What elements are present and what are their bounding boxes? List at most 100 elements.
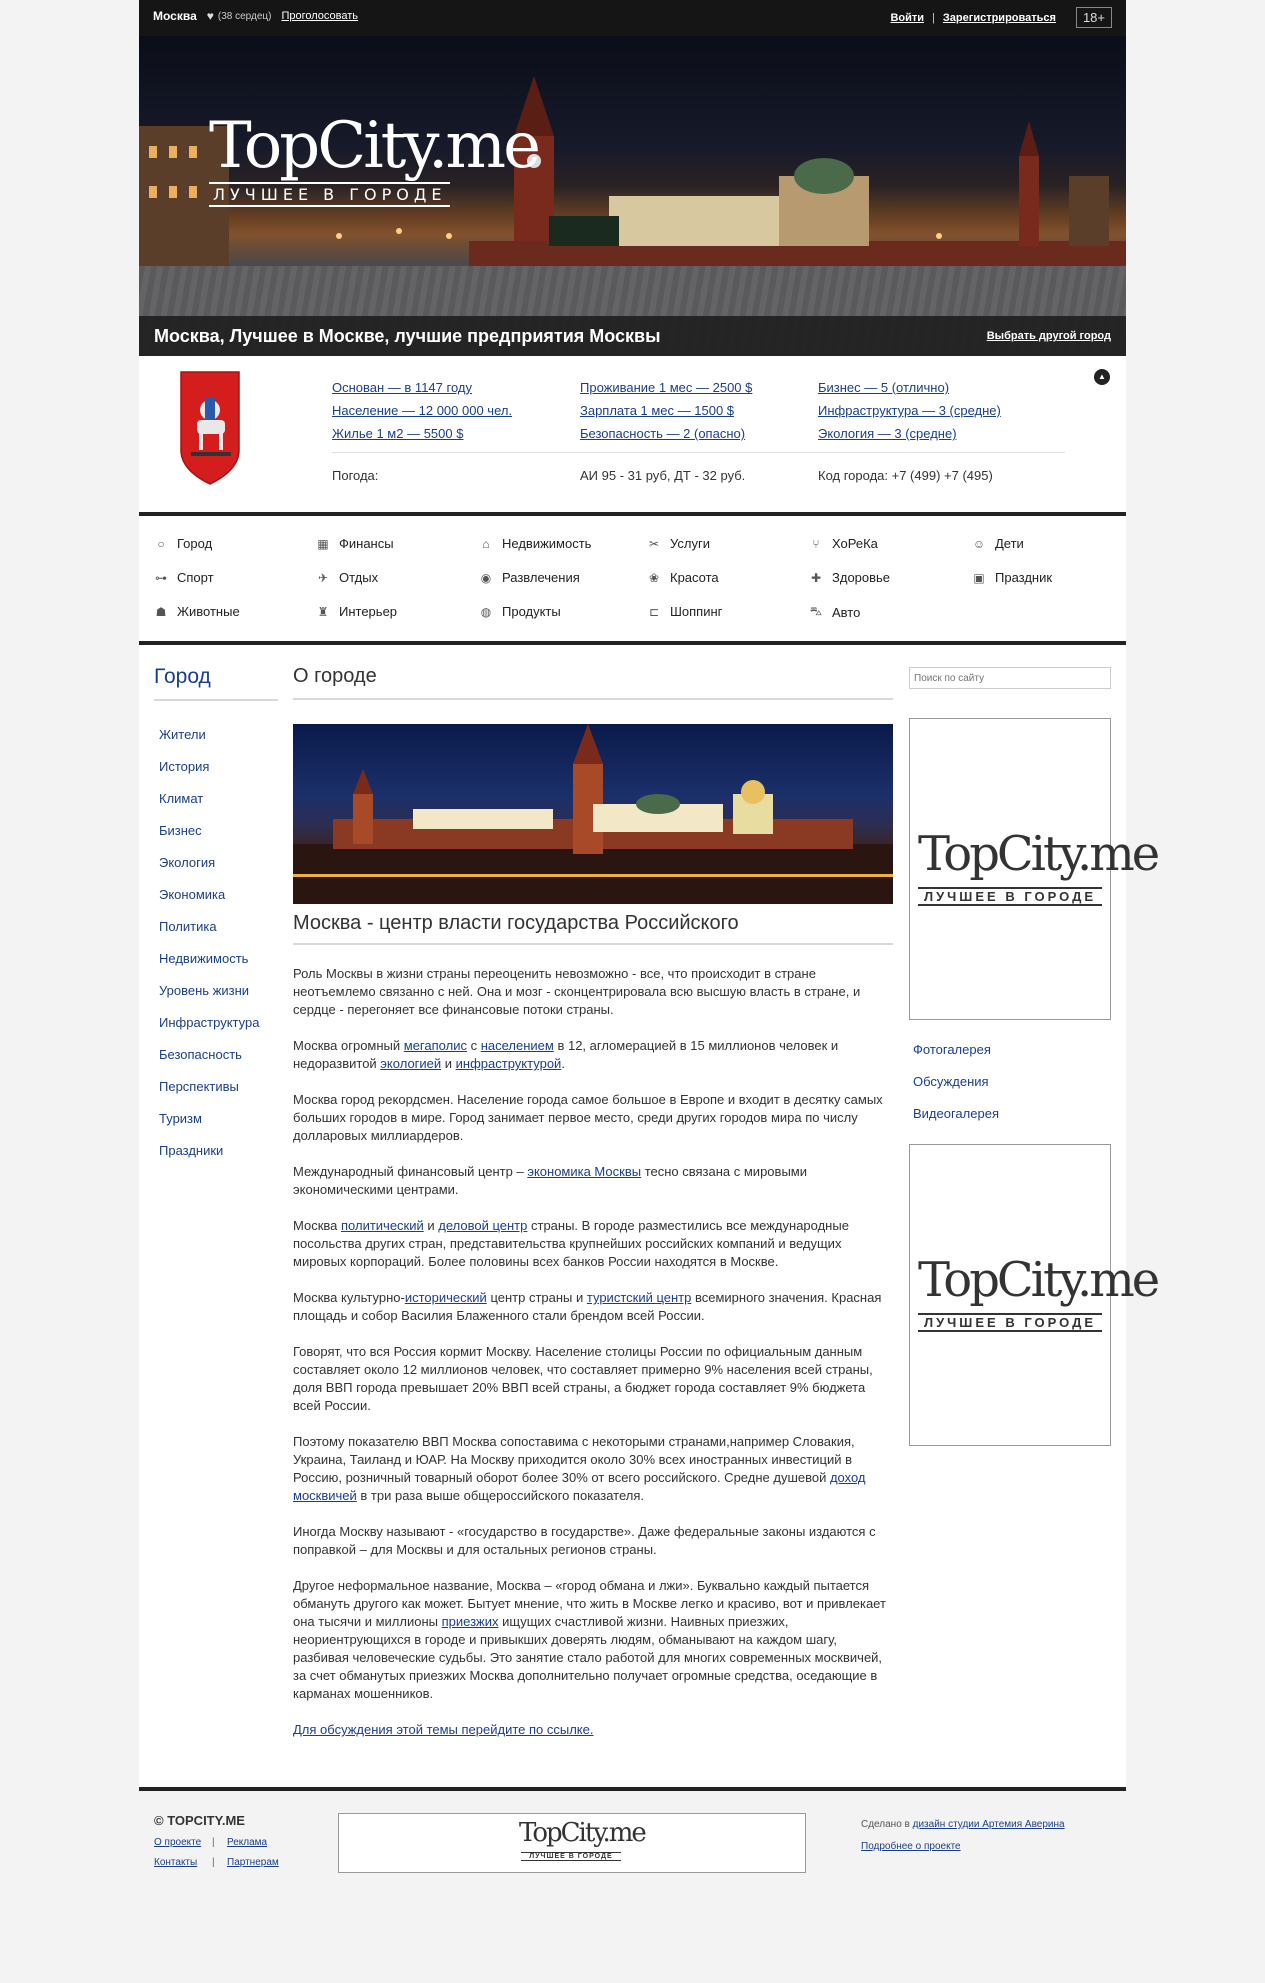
footer-partners-link[interactable]: Партнерам xyxy=(227,1857,279,1868)
category-kids[interactable]: ☺ Дети xyxy=(971,536,1024,551)
left-nav-item[interactable]: Туризм xyxy=(159,1111,259,1143)
discussions-link[interactable]: Обсуждения xyxy=(909,1074,1111,1106)
article-paragraph: Другое неформальное название, Москва – «… xyxy=(293,1577,893,1703)
economy-link[interactable]: экономика Москвы xyxy=(527,1164,641,1179)
category-interior[interactable]: ♜ Интерьер xyxy=(315,604,397,619)
category-leisure[interactable]: ✈ Отдых xyxy=(315,570,378,585)
studio-link[interactable]: дизайн студии Артемия Аверина xyxy=(913,1819,1065,1830)
ad-banner-1[interactable]: TopCity.me ЛУЧШЕЕ В ГОРОДЕ xyxy=(909,718,1160,1020)
left-nav-item[interactable]: Экономика xyxy=(159,887,259,919)
category-products[interactable]: ◍ Продукты xyxy=(478,604,561,619)
left-nav-item[interactable]: Политика xyxy=(159,919,259,951)
top-bar: Москва ♥ (38 сердец) Проголосовать Войти… xyxy=(139,0,1126,36)
info-salary-link[interactable]: Зарплата 1 мес — 1500 $ xyxy=(580,399,752,422)
footer-separator: | xyxy=(212,1837,215,1848)
megapolis-link[interactable]: мегаполис xyxy=(404,1038,467,1053)
article-paragraph: Москва культурно-исторический центр стра… xyxy=(293,1289,893,1325)
fuel-prices: АИ 95 - 31 руб, ДТ - 32 руб. xyxy=(580,468,746,483)
house-icon: ⌂ xyxy=(482,536,490,551)
footer-banner[interactable]: TopCity.me ЛУЧШЕЕ В ГОРОДЕ xyxy=(338,1813,806,1873)
video-gallery-link[interactable]: Видеогалерея xyxy=(909,1106,1111,1138)
footer-logo-tagline: ЛУЧШЕЕ В ГОРОДЕ xyxy=(521,1852,621,1861)
register-link[interactable]: Зарегистрироваться xyxy=(943,12,1056,24)
category-services[interactable]: ✂ Услуги xyxy=(646,536,710,551)
info-living-link[interactable]: Проживание 1 мес — 2500 $ xyxy=(580,376,752,399)
category-entertainment[interactable]: ◉ Развлечения xyxy=(478,570,580,585)
info-business-link[interactable]: Бизнес — 5 (отлично) xyxy=(818,376,1001,399)
footer: © TOPCITY.ME О проекте | Реклама Контакт… xyxy=(139,1791,1126,1941)
vote-link[interactable]: Проголосовать xyxy=(281,10,358,22)
info-ecology-link[interactable]: Экология — 3 (средне) xyxy=(818,422,1001,445)
footer-about-link[interactable]: О проекте xyxy=(154,1837,201,1848)
historical-link[interactable]: исторический xyxy=(405,1290,487,1305)
header-banner: TopCity.me ЛУЧШЕЕ В ГОРОДЕ Москва, Лучше… xyxy=(139,36,1126,356)
plane-icon: ✈ xyxy=(317,570,329,585)
left-nav-item[interactable]: История xyxy=(159,759,259,791)
infrastructure-link[interactable]: инфраструктурой xyxy=(456,1056,562,1071)
category-city[interactable]: ○ Город xyxy=(153,536,212,551)
category-holiday[interactable]: ▣ Праздник xyxy=(971,570,1052,585)
business-center-link[interactable]: деловой центр xyxy=(438,1218,527,1233)
info-housing-link[interactable]: Жилье 1 м2 — 5500 $ xyxy=(332,422,512,445)
lamp-icon: ♜ xyxy=(317,604,329,619)
search-input[interactable] xyxy=(909,667,1111,689)
circle-icon: ○ xyxy=(157,536,165,551)
hearts-count: (38 сердец) xyxy=(217,10,272,22)
ecology-link[interactable]: экологией xyxy=(380,1056,441,1071)
category-beauty[interactable]: ❀ Красота xyxy=(646,570,719,585)
header-caption-text: Москва, Лучшее в Москве, лучшие предприя… xyxy=(154,326,661,346)
login-separator: | xyxy=(932,11,935,24)
city-info: Основан — в 1147 году Население — 12 000… xyxy=(139,356,1126,516)
left-nav-item[interactable]: Климат xyxy=(159,791,259,823)
site-logo[interactable]: TopCity.me ЛУЧШЕЕ В ГОРОДЕ xyxy=(209,114,541,207)
left-nav-item[interactable]: Инфраструктура xyxy=(159,1015,259,1047)
left-nav-item[interactable]: Перспективы xyxy=(159,1079,259,1111)
category-finance[interactable]: ▦ Финансы xyxy=(315,536,393,551)
political-link[interactable]: политический xyxy=(341,1218,424,1233)
newcomers-link[interactable]: приезжих xyxy=(442,1614,499,1629)
discussion-link[interactable]: Для обсуждения этой темы перейдите по сс… xyxy=(293,1722,594,1737)
article-text: Роль Москвы в жизни страны переоценить н… xyxy=(293,965,893,1739)
kremlin-photo xyxy=(293,724,893,904)
current-city[interactable]: Москва xyxy=(153,9,197,23)
category-label: Шоппинг xyxy=(670,604,723,619)
category-label: Спорт xyxy=(177,570,214,585)
left-nav-item[interactable]: Недвижимость xyxy=(159,951,259,983)
text-span: центр страны и xyxy=(486,1290,587,1305)
text-span: и xyxy=(423,1218,439,1233)
category-auto[interactable]: ⛍ Авто xyxy=(808,604,861,620)
kremlin-night-image xyxy=(293,724,893,904)
left-nav-item[interactable]: Экология xyxy=(159,855,259,887)
collapse-arrow-icon[interactable]: ▲ xyxy=(1094,369,1110,385)
login-link[interactable]: Войти xyxy=(890,12,924,24)
footer-contacts-link[interactable]: Контакты xyxy=(154,1857,197,1868)
info-infrastructure-link[interactable]: Инфраструктура — 3 (средне) xyxy=(818,399,1001,422)
info-founded-link[interactable]: Основан — в 1147 году xyxy=(332,376,512,399)
left-nav-item[interactable]: Бизнес xyxy=(159,823,259,855)
footer-ads-link[interactable]: Реклама xyxy=(227,1837,267,1848)
category-nav: ○ Город ▦ Финансы ⌂ Недвижимость ✂ Услуги ⑂ Х… xyxy=(139,516,1126,645)
left-nav-item[interactable]: Уровень жизни xyxy=(159,983,259,1015)
paw-icon: ☗ xyxy=(155,604,167,619)
category-health[interactable]: ✚ Здоровье xyxy=(808,570,890,585)
more-about-link[interactable]: Подробнее о проекте xyxy=(861,1841,961,1852)
category-shopping[interactable]: ⊏ Шоппинг xyxy=(646,604,722,619)
left-nav-item[interactable]: Безопасность xyxy=(159,1047,259,1079)
text-span: . xyxy=(561,1056,565,1071)
info-population-link[interactable]: Население — 12 000 000 чел. xyxy=(332,399,512,422)
category-animals[interactable]: ☗ Животные xyxy=(153,604,240,619)
flower-icon: ❀ xyxy=(648,570,660,585)
left-nav-item[interactable]: Праздники xyxy=(159,1143,259,1175)
photo-gallery-link[interactable]: Фотогалерея xyxy=(909,1042,1111,1074)
category-sport[interactable]: ⊶ Спорт xyxy=(153,570,214,585)
ad-banner-2[interactable]: TopCity.me ЛУЧШЕЕ В ГОРОДЕ xyxy=(909,1144,1160,1446)
population-link[interactable]: населением xyxy=(481,1038,554,1053)
sidebar-links: Фотогалерея Обсуждения Видеогалерея xyxy=(909,1042,1111,1138)
category-horeca[interactable]: ⑂ ХоРеКа xyxy=(808,536,878,551)
choose-city-link[interactable]: Выбрать другой город xyxy=(987,330,1111,342)
category-realty[interactable]: ⌂ Недвижимость xyxy=(478,536,591,551)
left-nav-item[interactable]: Жители xyxy=(159,727,259,759)
dumbbell-icon: ⊶ xyxy=(155,570,167,585)
info-safety-link[interactable]: Безопасность — 2 (опасно) xyxy=(580,422,752,445)
tourist-center-link[interactable]: туристский центр xyxy=(587,1290,691,1305)
